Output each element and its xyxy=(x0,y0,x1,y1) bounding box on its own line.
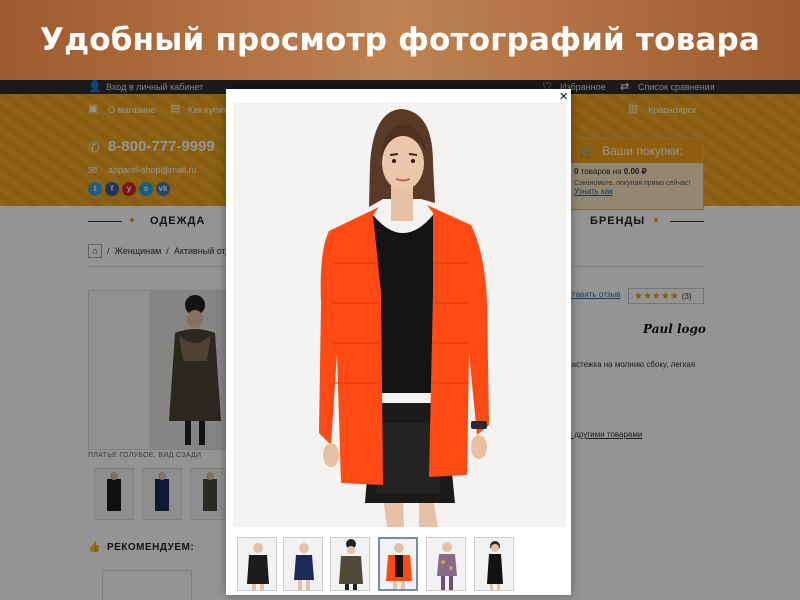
close-icon[interactable]: × xyxy=(559,89,568,104)
gallery-thumb[interactable] xyxy=(237,537,277,591)
gallery-thumb[interactable] xyxy=(330,537,370,591)
promo-banner: Удобный просмотр фотографий товара xyxy=(0,0,800,80)
gallery-thumb-selected[interactable] xyxy=(378,537,418,591)
gallery-thumb[interactable] xyxy=(426,537,466,591)
model-photo xyxy=(233,103,566,527)
gallery-thumb[interactable] xyxy=(474,537,514,591)
gallery-main-photo[interactable] xyxy=(233,103,566,527)
banner-title: Удобный просмотр фотографий товара xyxy=(39,22,761,58)
gallery-thumb[interactable] xyxy=(283,537,323,591)
photo-gallery-modal: × xyxy=(226,89,571,595)
